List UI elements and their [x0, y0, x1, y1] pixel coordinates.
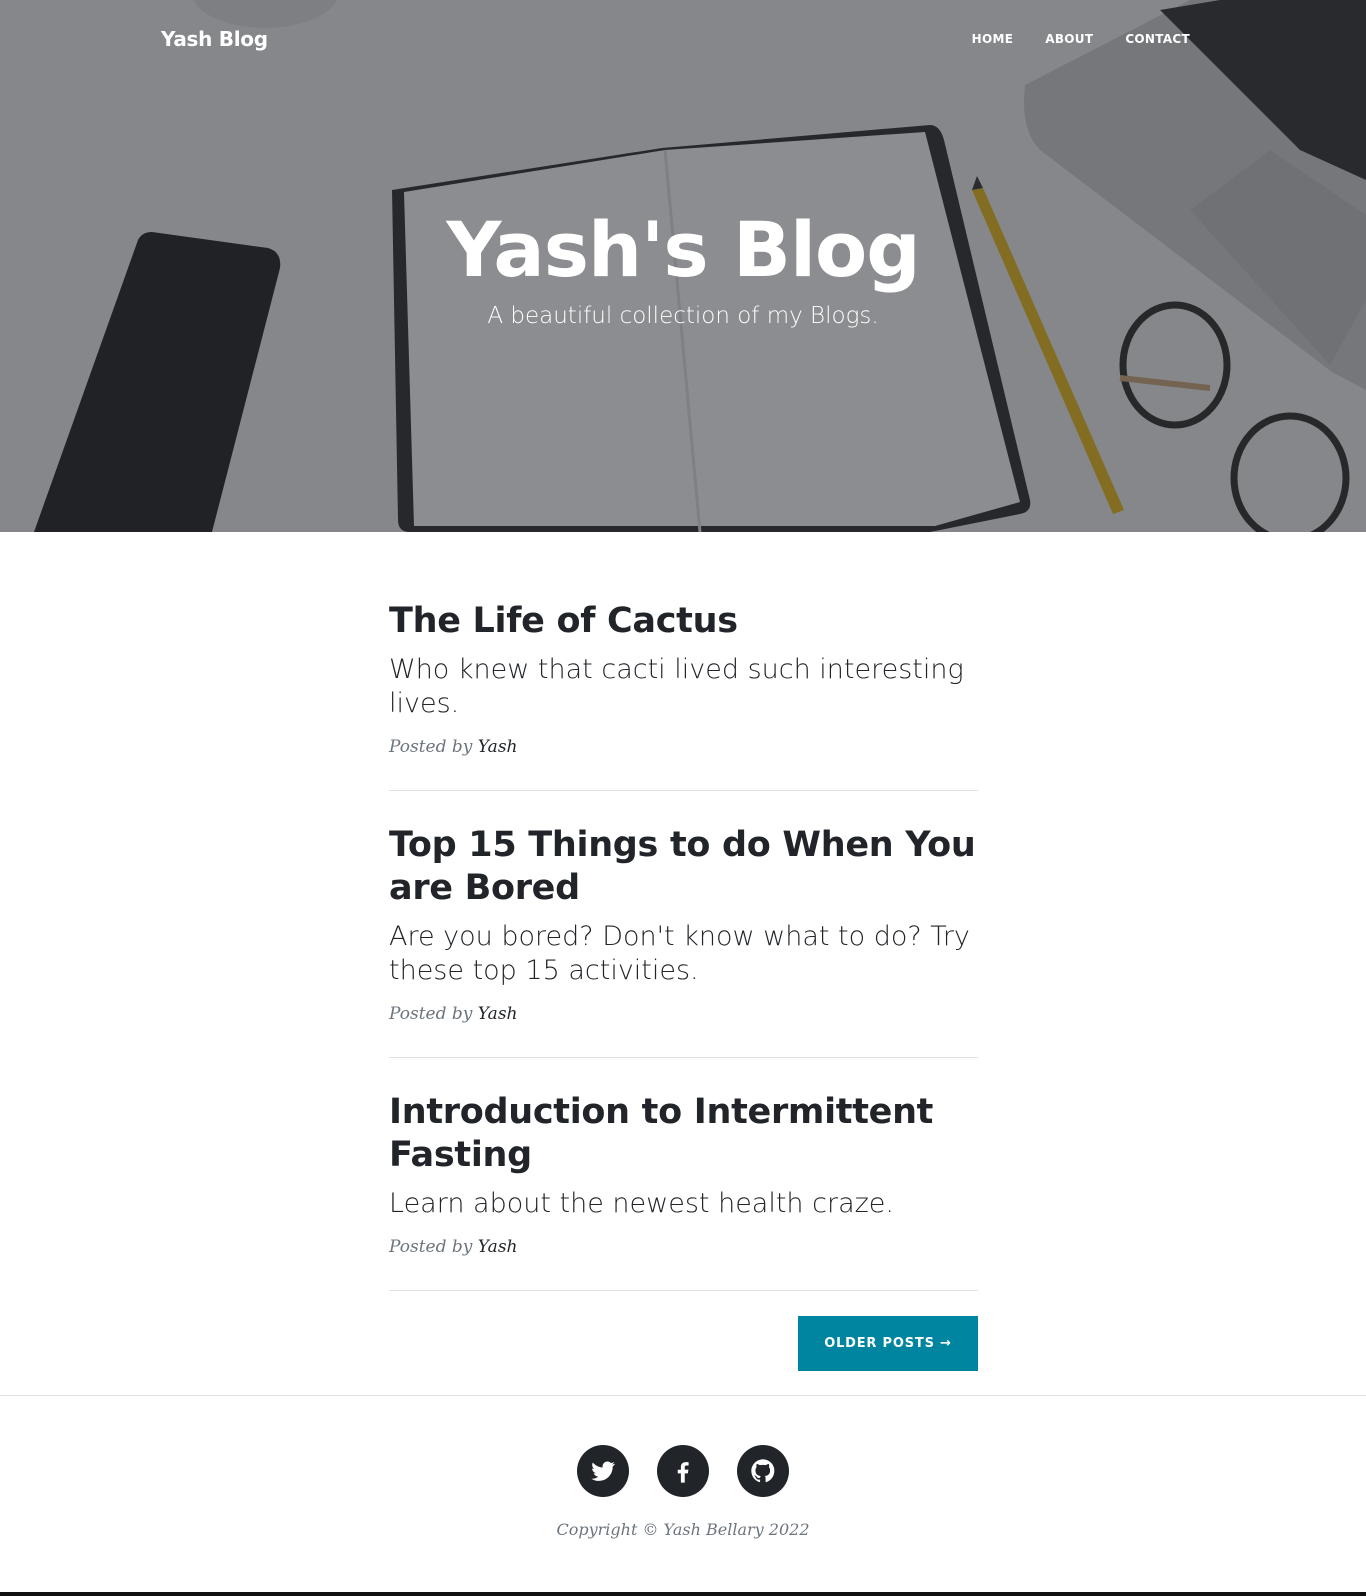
facebook-icon	[677, 1462, 689, 1483]
post-subtitle[interactable]: Who knew that cacti lived such interesti…	[389, 653, 978, 721]
post-meta: Posted by Yash	[389, 1004, 978, 1024]
post-meta: Posted by Yash	[389, 1237, 978, 1257]
copyright-text: Copyright © Yash Bellary 2022	[556, 1520, 810, 1539]
post-list: The Life of Cactus Who knew that cacti l…	[389, 600, 978, 1324]
hero-heading-block: Yash's Blog A beautiful collection of my…	[0, 205, 1366, 333]
post-subtitle[interactable]: Are you bored? Don't know what to do? Tr…	[389, 920, 978, 988]
post-title-link[interactable]: The Life of Cactus	[389, 600, 978, 643]
post-author-link[interactable]: Yash	[478, 737, 518, 757]
page-subtitle: A beautiful collection of my Blogs.	[487, 303, 879, 329]
post-preview: Introduction to Intermittent Fasting Lea…	[389, 1091, 978, 1291]
github-link[interactable]	[737, 1445, 789, 1497]
brand-link[interactable]: Yash Blog	[161, 27, 268, 51]
older-posts-button[interactable]: OLDER POSTS →	[798, 1316, 978, 1371]
nav-links: HOME ABOUT CONTACT	[972, 32, 1190, 46]
post-meta-prefix: Posted by	[389, 737, 473, 757]
page-title: Yash's Blog	[446, 205, 920, 294]
post-title-link[interactable]: Introduction to Intermittent Fasting	[389, 1091, 978, 1177]
github-icon	[751, 1459, 775, 1483]
twitter-link[interactable]	[577, 1445, 629, 1497]
nav-link-contact[interactable]: CONTACT	[1125, 32, 1190, 46]
pager: OLDER POSTS →	[798, 1316, 978, 1371]
post-subtitle[interactable]: Learn about the newest health craze.	[389, 1187, 978, 1221]
top-navbar: Yash Blog HOME ABOUT CONTACT	[0, 0, 1366, 82]
nav-link-about[interactable]: ABOUT	[1045, 32, 1093, 46]
bottom-divider	[0, 1592, 1366, 1596]
post-meta-prefix: Posted by	[389, 1004, 473, 1024]
post-author-link[interactable]: Yash	[478, 1004, 518, 1024]
twitter-icon	[591, 1461, 616, 1481]
post-author-link[interactable]: Yash	[478, 1237, 518, 1257]
post-preview: Top 15 Things to do When You are Bored A…	[389, 824, 978, 1058]
post-preview: The Life of Cactus Who knew that cacti l…	[389, 600, 978, 791]
footer: Copyright © Yash Bellary 2022	[0, 1395, 1366, 1592]
social-links	[0, 1445, 1366, 1497]
post-meta-prefix: Posted by	[389, 1237, 473, 1257]
post-title-link[interactable]: Top 15 Things to do When You are Bored	[389, 824, 978, 910]
hero-banner: Yash Blog HOME ABOUT CONTACT Yash's Blog…	[0, 0, 1366, 532]
nav-link-home[interactable]: HOME	[972, 32, 1014, 46]
post-meta: Posted by Yash	[389, 737, 978, 757]
facebook-link[interactable]	[657, 1445, 709, 1497]
